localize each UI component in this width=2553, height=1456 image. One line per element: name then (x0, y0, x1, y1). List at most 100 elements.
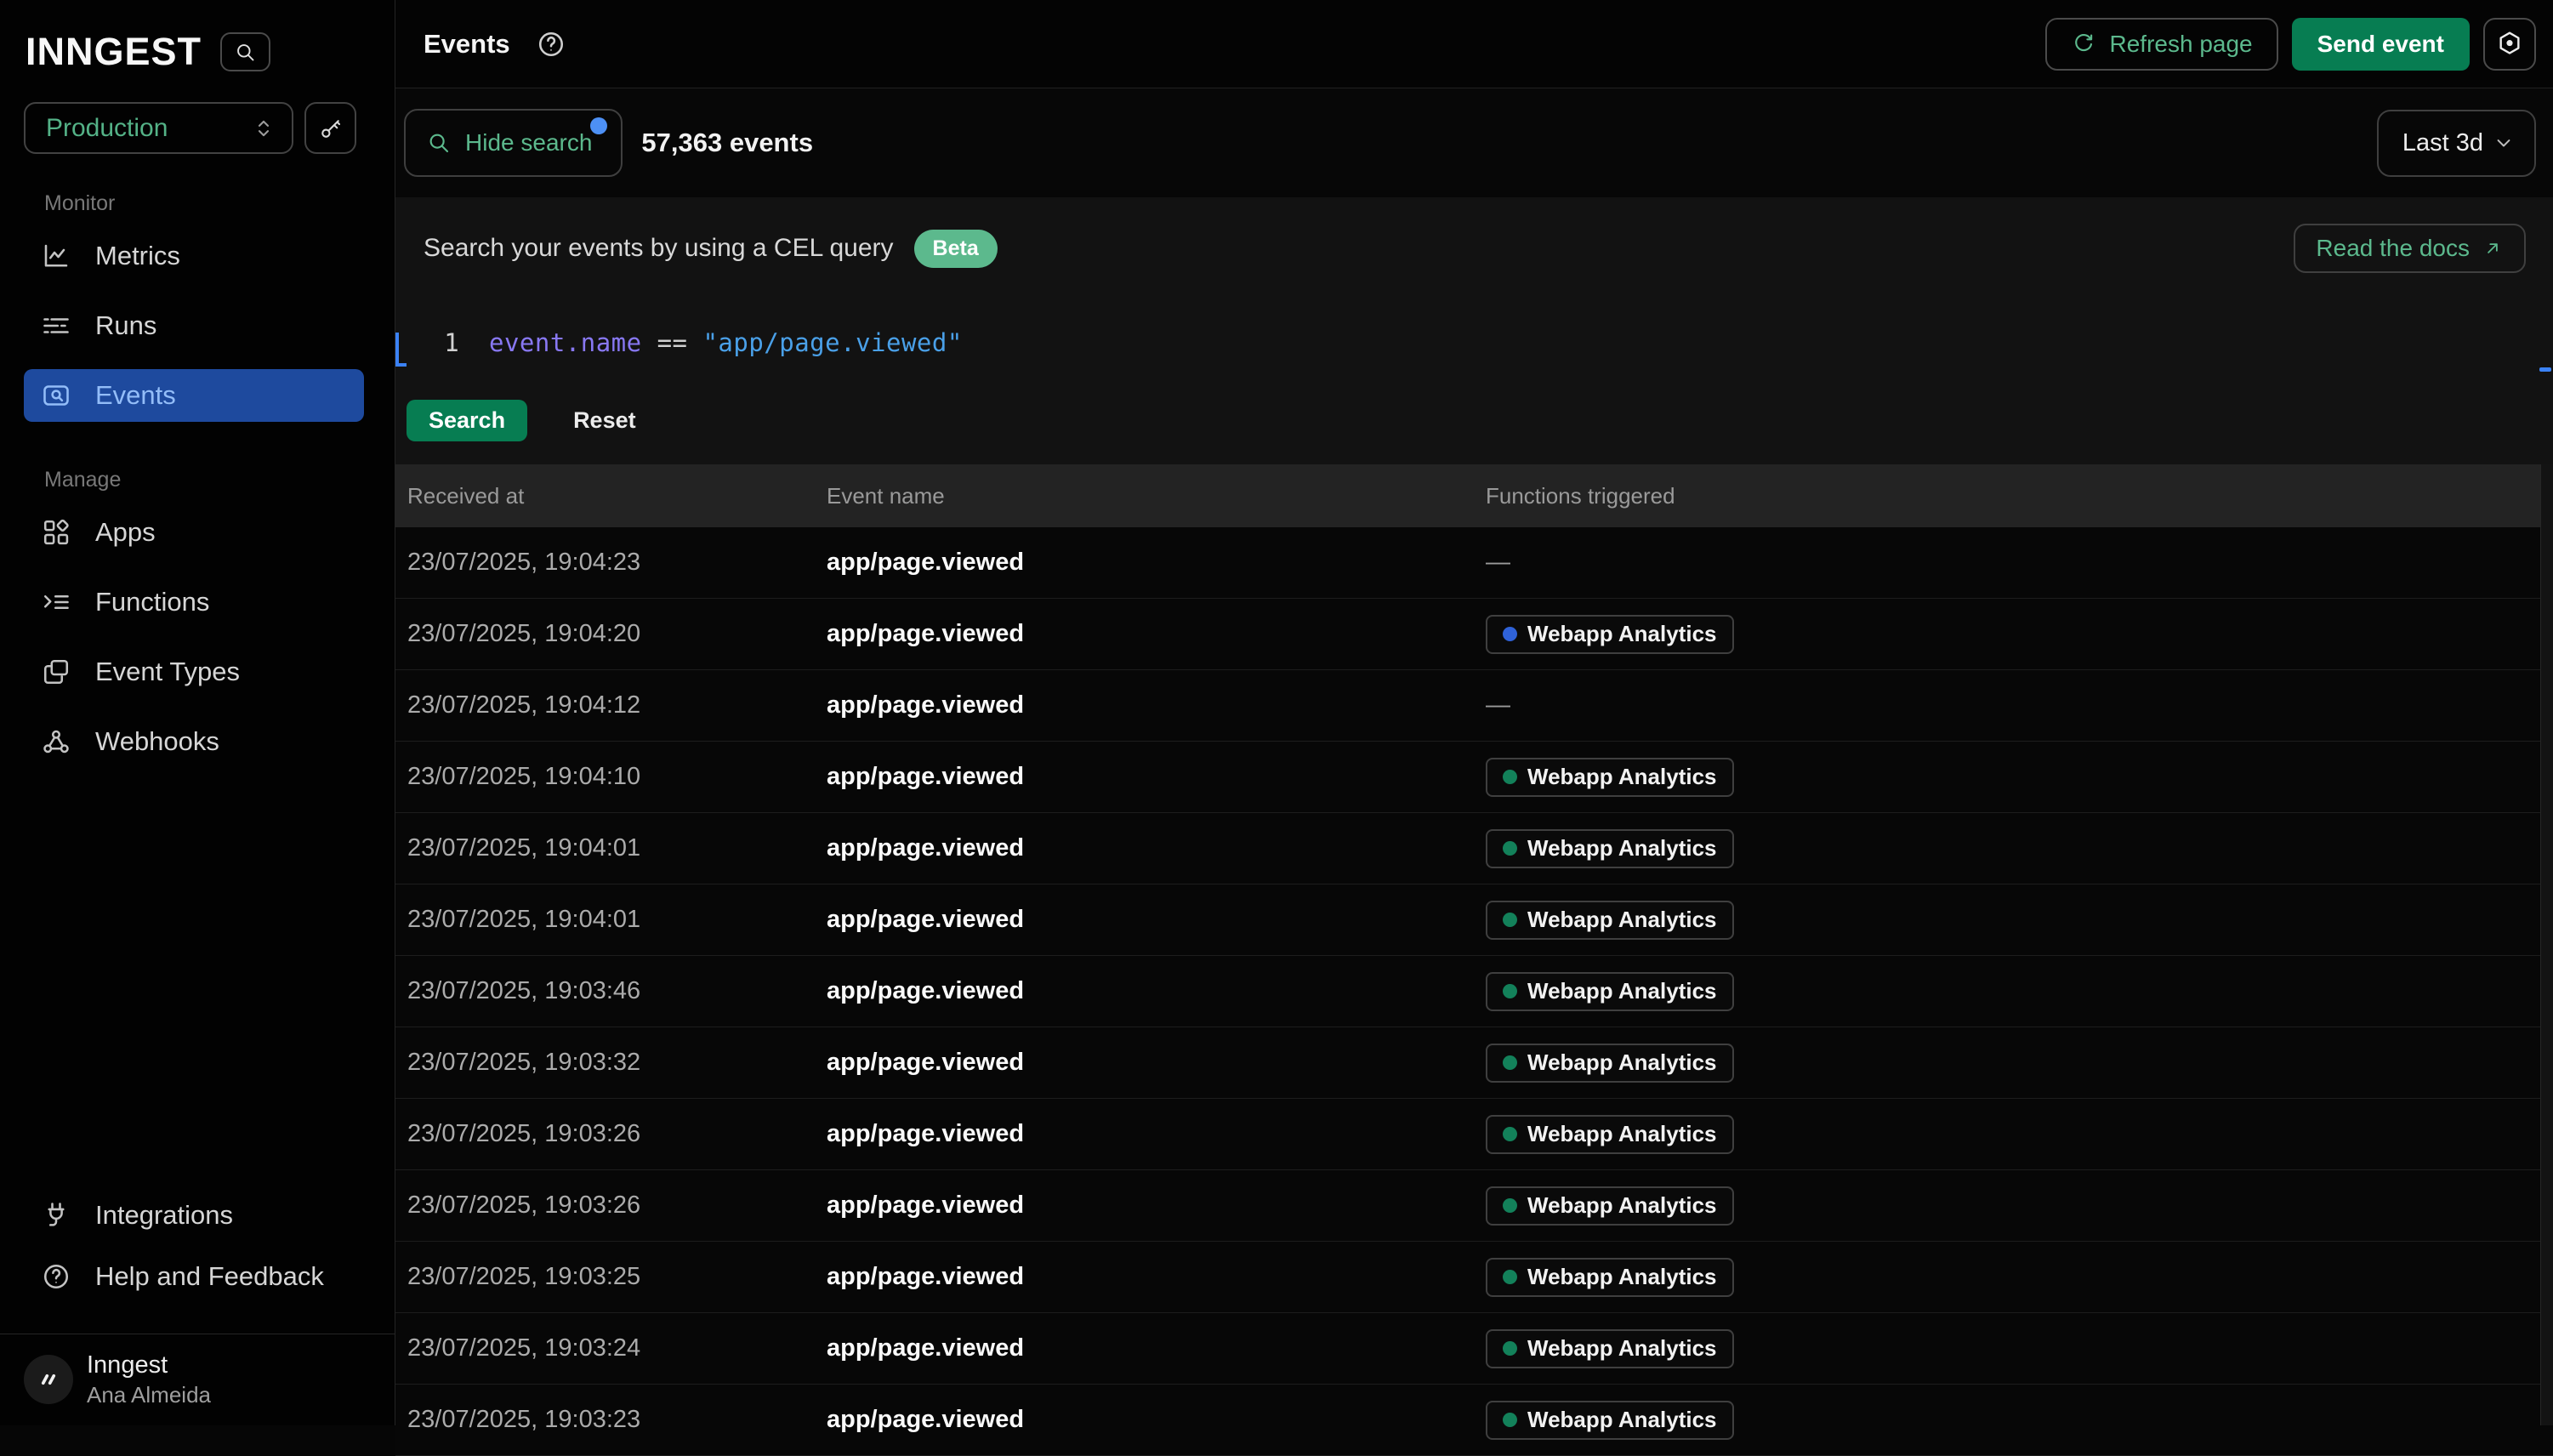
cell-received-at: 23/07/2025, 19:04:20 (395, 620, 827, 648)
help-icon (41, 1261, 71, 1292)
page-title: Events (424, 29, 510, 60)
function-badge[interactable]: Webapp Analytics (1486, 972, 1734, 1011)
time-range-select[interactable]: Last 3d (2377, 110, 2536, 177)
function-badge[interactable]: Webapp Analytics (1486, 1401, 1734, 1440)
sidebar-item-webhooks[interactable]: Webhooks (24, 715, 364, 768)
code-token-plain (688, 328, 703, 357)
sidebar-item-label: Functions (95, 587, 209, 617)
refresh-page-button[interactable]: Refresh page (2045, 18, 2278, 71)
cell-event-name: app/page.viewed (827, 763, 1486, 791)
function-badge[interactable]: Webapp Analytics (1486, 615, 1734, 654)
hide-search-button[interactable]: Hide search (404, 109, 623, 177)
cell-event-name: app/page.viewed (827, 691, 1486, 719)
cell-functions-triggered: Webapp Analytics (1486, 901, 2553, 940)
external-link-icon (2482, 237, 2504, 259)
cell-functions-triggered: Webapp Analytics (1486, 615, 2553, 654)
function-badge-label: Webapp Analytics (1527, 1049, 1717, 1076)
apps-icon (41, 517, 71, 548)
sidebar-search-button[interactable] (220, 32, 270, 71)
webhooks-icon (41, 726, 71, 757)
function-badge[interactable]: Webapp Analytics (1486, 1115, 1734, 1154)
function-badge[interactable]: Webapp Analytics (1486, 829, 1734, 868)
table-row[interactable]: 23/07/2025, 19:03:25app/page.viewedWebap… (395, 1242, 2553, 1313)
table-row[interactable]: 23/07/2025, 19:04:01app/page.viewedWebap… (395, 813, 2553, 884)
cell-received-at: 23/07/2025, 19:03:24 (395, 1334, 827, 1362)
table-row[interactable]: 23/07/2025, 19:04:12app/page.viewed— (395, 670, 2553, 742)
topbar: Events Refresh page Send event (395, 0, 2553, 88)
editor-cursor-mark (395, 333, 407, 367)
sidebar-nav: Monitor Metrics Runs Events Manage Apps Functi… (0, 179, 395, 776)
function-badge-label: Webapp Analytics (1527, 621, 1717, 647)
reset-button[interactable]: Reset (573, 407, 636, 434)
function-badge[interactable]: Webapp Analytics (1486, 1186, 1734, 1226)
nav-section-label: Manage (0, 468, 395, 498)
function-status-dot-green (1503, 770, 1517, 784)
function-badge[interactable]: Webapp Analytics (1486, 758, 1734, 797)
search-button[interactable]: Search (407, 400, 527, 441)
function-badge[interactable]: Webapp Analytics (1486, 1329, 1734, 1368)
table-row[interactable]: 23/07/2025, 19:03:26app/page.viewedWebap… (395, 1170, 2553, 1242)
function-status-dot-green (1503, 1127, 1517, 1141)
sidebar-item-help-and-feedback[interactable]: Help and Feedback (24, 1250, 364, 1303)
cell-functions-triggered: Webapp Analytics (1486, 758, 2553, 797)
cell-received-at: 23/07/2025, 19:03:26 (395, 1192, 827, 1220)
sidebar-item-label: Metrics (95, 241, 180, 271)
cell-event-name: app/page.viewed (827, 834, 1486, 862)
table-row[interactable]: 23/07/2025, 19:04:20app/page.viewed Webap… (395, 599, 2553, 670)
profile-user: Ana Almeida (87, 1381, 211, 1409)
cell-event-name: app/page.viewed (827, 1334, 1486, 1362)
function-badge-label: Webapp Analytics (1527, 1121, 1717, 1147)
sidebar-item-label: Apps (95, 517, 156, 548)
table-body: 23/07/2025, 19:04:23app/page.viewed—23/0… (395, 527, 2553, 1456)
table-row[interactable]: 23/07/2025, 19:04:01app/page.viewedWebap… (395, 884, 2553, 956)
api-keys-button[interactable] (304, 102, 356, 154)
function-badge[interactable]: Webapp Analytics (1486, 1258, 1734, 1297)
cell-event-name: app/page.viewed (827, 1263, 1486, 1291)
function-badge[interactable]: Webapp Analytics (1486, 1044, 1734, 1083)
sidebar-item-functions[interactable]: Functions (24, 576, 364, 628)
sidebar-item-label: Webhooks (95, 726, 219, 757)
table-row[interactable]: 23/07/2025, 19:04:23app/page.viewed— (395, 527, 2553, 599)
page-help-icon[interactable] (536, 29, 566, 60)
cell-received-at: 23/07/2025, 19:03:26 (395, 1120, 827, 1148)
cell-event-name: app/page.viewed (827, 620, 1486, 648)
metrics-icon (41, 241, 71, 271)
function-badge-label: Webapp Analytics (1527, 835, 1717, 862)
function-badge-label: Webapp Analytics (1527, 1264, 1717, 1290)
chevrons-updown-icon (251, 116, 276, 141)
environment-row: Production (0, 78, 395, 154)
sidebar-item-apps[interactable]: Apps (24, 506, 364, 559)
sidebar-item-integrations[interactable]: Integrations (24, 1189, 364, 1242)
scrollbar-track[interactable] (2540, 464, 2553, 1425)
table-row[interactable]: 23/07/2025, 19:03:46app/page.viewedWebap… (395, 956, 2553, 1027)
nav-section-label: Monitor (0, 191, 395, 221)
table-row[interactable]: 23/07/2025, 19:03:23app/page.viewedWebap… (395, 1385, 2553, 1456)
profile-org: Inngest (87, 1350, 211, 1380)
sidebar-item-metrics[interactable]: Metrics (24, 230, 364, 282)
function-badge[interactable]: Webapp Analytics (1486, 901, 1734, 940)
editor-code-line: event.name == "app/page.viewed" (489, 328, 963, 357)
read-the-docs-button[interactable]: Read the docs (2294, 224, 2526, 273)
sidebar-item-event-types[interactable]: Event Types (24, 646, 364, 698)
cell-event-name: app/page.viewed (827, 977, 1486, 1005)
table-row[interactable]: 23/07/2025, 19:03:32app/page.viewedWebap… (395, 1027, 2553, 1099)
function-status-dot-green (1503, 913, 1517, 927)
send-event-button[interactable]: Send event (2292, 18, 2470, 71)
function-status-dot-green (1503, 1341, 1517, 1356)
code-token-plain (642, 328, 657, 357)
sidebar-item-runs[interactable]: Runs (24, 299, 364, 352)
table-row[interactable]: 23/07/2025, 19:03:24app/page.viewedWebap… (395, 1313, 2553, 1385)
sidebar-item-label: Event Types (95, 657, 240, 687)
profile-row[interactable]: Inngest Ana Almeida (0, 1334, 395, 1425)
key-icon (318, 116, 344, 141)
environment-select[interactable]: Production (24, 102, 293, 154)
table-row[interactable]: 23/07/2025, 19:03:26app/page.viewedWebap… (395, 1099, 2553, 1170)
function-status-dot-green (1503, 1055, 1517, 1070)
read-the-docs-label: Read the docs (2316, 235, 2470, 262)
settings-button[interactable] (2483, 18, 2536, 71)
table-row[interactable]: 23/07/2025, 19:04:10app/page.viewedWebap… (395, 742, 2553, 813)
cell-functions-triggered: Webapp Analytics (1486, 829, 2553, 868)
sidebar-item-events[interactable]: Events (24, 369, 364, 422)
cel-query-editor[interactable]: 1 event.name == "app/page.viewed" (395, 318, 2553, 367)
cell-event-name: app/page.viewed (827, 549, 1486, 577)
